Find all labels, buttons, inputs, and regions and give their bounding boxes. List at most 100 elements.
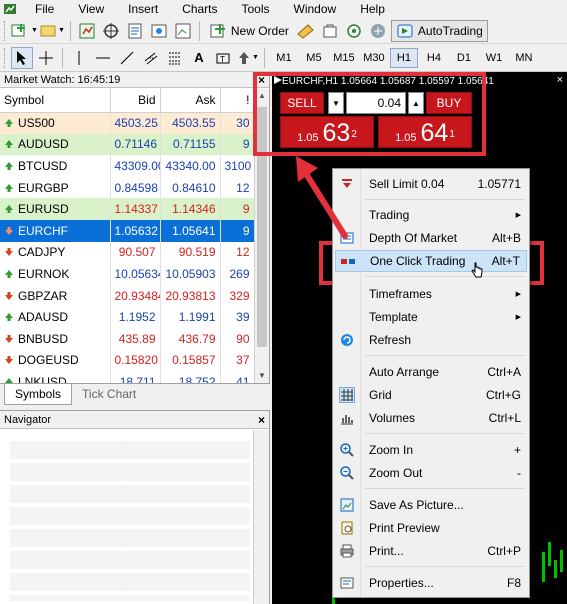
table-row[interactable]: EURGBP 0.84598 0.84610 12 <box>0 176 255 199</box>
navigator-icon[interactable] <box>124 20 146 42</box>
menu-item-sell-limit[interactable]: Sell Limit 0.04 1.05771 <box>335 173 527 195</box>
table-row[interactable]: EURNOK 10.05634 10.05903 269 <box>0 263 255 285</box>
symbol-cell[interactable]: EURGBP <box>0 176 111 199</box>
market-watch-icon[interactable] <box>76 20 98 42</box>
menu-item-auto-arrange[interactable]: Auto Arrange Ctrl+A <box>335 361 527 383</box>
equidistant-channel-icon[interactable] <box>140 47 162 69</box>
spread-cell: 12 <box>220 176 255 199</box>
column-header-spread[interactable]: ! <box>220 88 255 113</box>
timeframe-d1[interactable]: D1 <box>450 48 478 68</box>
tab-tick-chart[interactable]: Tick Chart <box>72 384 146 405</box>
new-chart-button[interactable]: ▼ <box>11 20 38 42</box>
menu-item-grid[interactable]: Grid Ctrl+G <box>335 384 527 406</box>
timeframe-h4[interactable]: H4 <box>420 48 448 68</box>
timeframe-w1[interactable]: W1 <box>480 48 508 68</box>
column-header-ask[interactable]: Ask <box>160 88 221 113</box>
menu-item-zoom-in[interactable]: Zoom In + <box>335 439 527 461</box>
menu-item-print[interactable]: Print... Ctrl+P <box>335 540 527 562</box>
symbol-name: BTCUSD <box>18 158 68 173</box>
table-row[interactable]: CADJPY 90.507 90.519 12 <box>0 241 255 264</box>
autotrading-button[interactable]: AutoTrading <box>390 19 488 42</box>
symbol-cell[interactable]: EURUSD <box>0 198 111 220</box>
data-window-icon[interactable] <box>100 20 122 42</box>
chart-candle <box>554 560 557 578</box>
menu-item-label: One Click Trading <box>370 254 466 268</box>
menu-tools[interactable]: Tools <box>230 2 282 16</box>
menu-item-template[interactable]: Template ▶ <box>335 306 527 328</box>
column-header-bid[interactable]: Bid <box>110 88 161 113</box>
timeframe-mn[interactable]: MN <box>510 48 538 68</box>
menu-item-trading[interactable]: Trading ▶ <box>335 204 527 226</box>
menu-item-depth-of-market[interactable]: Depth Of Market Alt+B <box>335 227 527 249</box>
scroll-down-icon[interactable]: ▼ <box>257 371 267 383</box>
horizontal-line-icon[interactable] <box>92 47 114 69</box>
table-row[interactable]: BTCUSD 43309.00 43340.00 3100 <box>0 155 255 177</box>
strategy-tester-icon[interactable] <box>172 20 194 42</box>
table-row[interactable]: ADAUSD 1.1952 1.1991 39 <box>0 306 255 328</box>
text-label-icon[interactable]: T <box>212 47 234 69</box>
table-row[interactable]: EURCHF 1.05632 1.05641 9 <box>0 219 255 242</box>
new-order-button[interactable]: New Order <box>205 20 293 42</box>
symbol-cell[interactable]: AUDUSD <box>0 133 111 156</box>
terminal-icon[interactable] <box>148 20 170 42</box>
menu-item-timeframes[interactable]: Timeframes ▶ <box>335 283 527 305</box>
menu-file[interactable]: File <box>23 2 66 16</box>
cursor-tool-icon[interactable] <box>11 46 33 69</box>
menu-separator <box>365 566 525 567</box>
vertical-line-icon[interactable] <box>68 47 90 69</box>
symbol-name: GBPZAR <box>18 288 68 303</box>
tab-symbols[interactable]: Symbols <box>4 384 73 405</box>
menu-item-zoom-out[interactable]: Zoom Out - <box>335 462 527 484</box>
menu-view[interactable]: View <box>66 2 116 16</box>
timeframe-m1[interactable]: M1 <box>270 48 298 68</box>
symbol-cell[interactable]: ADAUSD <box>0 306 111 328</box>
symbol-cell[interactable]: BNBUSD <box>0 327 111 350</box>
symbol-cell[interactable]: BTCUSD <box>0 155 111 177</box>
menu-insert[interactable]: Insert <box>116 2 170 16</box>
symbol-cell[interactable]: US500 <box>0 112 111 134</box>
menu-help[interactable]: Help <box>348 2 397 16</box>
timeframe-m5[interactable]: M5 <box>300 48 328 68</box>
close-icon[interactable]: × <box>258 411 265 429</box>
fibonacci-icon[interactable] <box>164 47 186 69</box>
menu-item-volumes[interactable]: Volumes Ctrl+L <box>335 407 527 429</box>
menu-item-label: Template <box>369 310 418 324</box>
menu-item-one-click-trading[interactable]: One Click Trading Alt+T <box>335 250 527 272</box>
symbol-cell[interactable]: EURCHF <box>0 219 111 242</box>
menu-item-properties[interactable]: Properties... F8 <box>335 572 527 594</box>
timeframe-m15[interactable]: M15 <box>330 48 358 68</box>
table-row[interactable]: GBPZAR 20.93484 20.93813 329 <box>0 284 255 307</box>
table-row[interactable]: BNBUSD 435.89 436.79 90 <box>0 327 255 350</box>
menu-item-save-as-picture[interactable]: Save As Picture... <box>335 494 527 516</box>
arrows-icon[interactable]: ▼ <box>236 47 259 69</box>
trendline-icon[interactable] <box>116 47 138 69</box>
symbol-cell[interactable]: DOGEUSD <box>0 349 111 372</box>
column-header-symbol[interactable]: Symbol <box>0 88 111 113</box>
timeframe-m30[interactable]: M30 <box>360 48 388 68</box>
menu-charts[interactable]: Charts <box>170 2 229 16</box>
profiles-button[interactable]: ▼ <box>40 20 65 42</box>
menu-item-refresh[interactable]: Refresh <box>335 329 527 351</box>
symbol-cell[interactable]: EURNOK <box>0 263 111 285</box>
table-row[interactable]: US500 4503.25 4503.55 30 <box>0 112 255 134</box>
metaeditor-icon[interactable] <box>295 20 317 42</box>
timeframe-h1[interactable]: H1 <box>389 47 418 68</box>
signals-icon[interactable] <box>343 20 365 42</box>
crosshair-icon[interactable] <box>35 47 57 69</box>
symbol-cell[interactable]: GBPZAR <box>0 284 111 307</box>
table-row[interactable]: AUDUSD 0.71146 0.71155 9 <box>0 133 255 156</box>
text-tool-icon[interactable]: A <box>188 47 210 69</box>
menu-item-label: Save As Picture... <box>369 498 464 512</box>
menu-item-print-preview[interactable]: Print Preview <box>335 517 527 539</box>
navigator-tree-blurred <box>10 441 250 601</box>
menu-window[interactable]: Window <box>282 2 349 16</box>
market-watch-table: Symbol Bid Ask ! US500 4503.25 4503.55 30 AU… <box>0 88 255 393</box>
menu-separator <box>365 355 525 356</box>
table-row[interactable]: EURUSD 1.14337 1.14346 9 <box>0 198 255 220</box>
table-row[interactable]: DOGEUSD 0.15820 0.15857 37 <box>0 349 255 372</box>
symbol-cell[interactable]: CADJPY <box>0 241 111 264</box>
vps-icon[interactable] <box>367 20 389 42</box>
navigator-scrollbar[interactable] <box>253 430 269 604</box>
close-icon[interactable]: × <box>557 74 563 86</box>
mql5-market-icon[interactable] <box>319 20 341 42</box>
